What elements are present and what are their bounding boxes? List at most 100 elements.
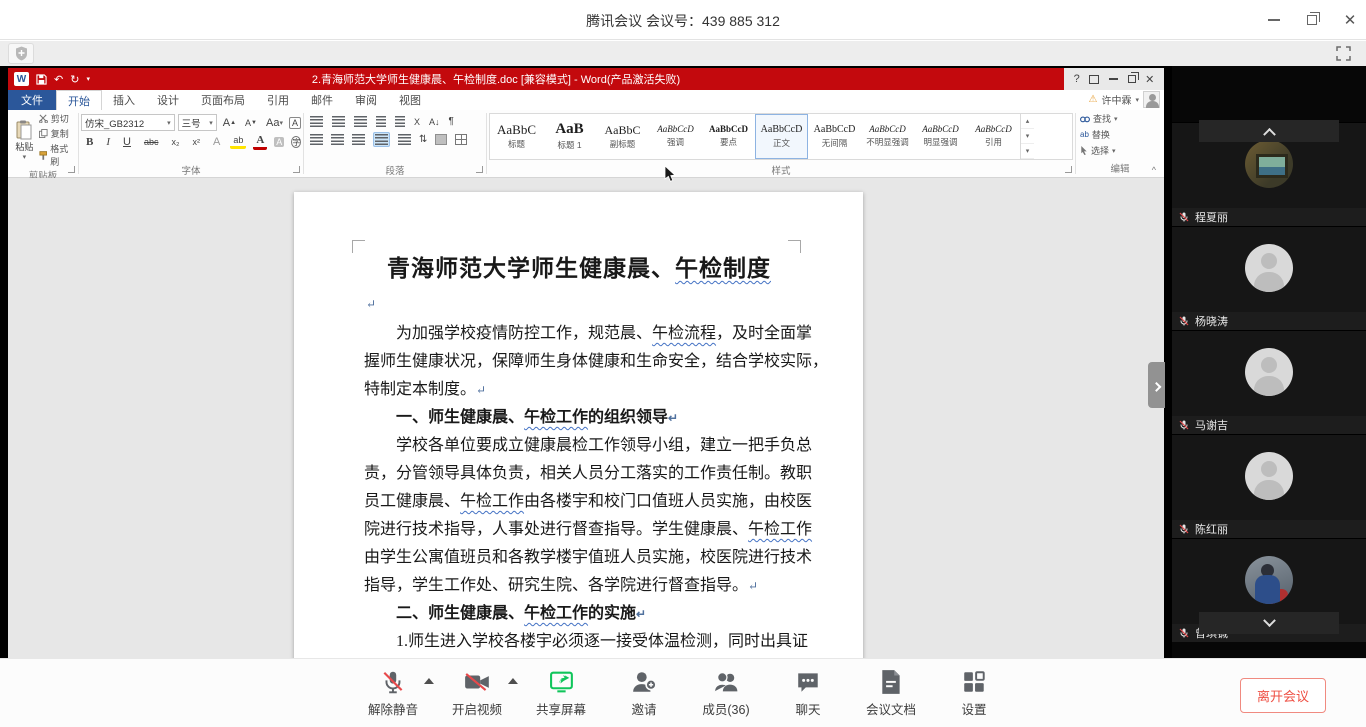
tab-insert[interactable]: 插入	[102, 90, 146, 110]
distribute-icon[interactable]	[398, 134, 411, 145]
video-options-caret[interactable]	[508, 678, 518, 684]
shrink-font-button[interactable]: A▼	[242, 117, 260, 129]
chevron-down-icon	[1263, 614, 1276, 627]
decrease-indent-icon[interactable]	[376, 116, 386, 127]
highlight-button[interactable]: ab	[230, 135, 246, 149]
enclose-character-button[interactable]: 字	[291, 136, 301, 148]
select-button[interactable]: 选择▾	[1080, 144, 1160, 157]
tab-view[interactable]: 视图	[388, 90, 432, 110]
restore-button[interactable]	[1304, 12, 1320, 28]
scroll-participants-up[interactable]	[1199, 120, 1339, 142]
style-card-emphasis[interactable]: AaBbCcD强调	[649, 114, 702, 159]
tab-home[interactable]: 开始	[56, 90, 102, 110]
tab-file[interactable]: 文件	[8, 90, 56, 110]
invite-button[interactable]: 邀请	[620, 668, 668, 718]
superscript-button[interactable]: x²	[189, 136, 203, 148]
tab-mailings[interactable]: 邮件	[300, 90, 344, 110]
scroll-participants-down[interactable]	[1199, 612, 1339, 634]
shading-icon[interactable]	[435, 134, 447, 145]
styles-scroll-up-icon[interactable]: ▴	[1021, 114, 1034, 129]
align-right-icon[interactable]	[352, 134, 365, 145]
character-border-button[interactable]: A	[289, 117, 301, 129]
bullets-icon[interactable]	[310, 116, 323, 127]
show-hide-pilcrow-button[interactable]: ¶	[449, 116, 454, 127]
align-left-icon[interactable]	[310, 134, 323, 145]
collapse-ribbon-icon[interactable]: ^	[1152, 165, 1156, 175]
grow-font-button[interactable]: A▲	[220, 116, 239, 130]
meeting-docs-button[interactable]: 会议文档	[866, 668, 916, 718]
settings-button[interactable]: 设置	[950, 668, 998, 718]
multilevel-list-icon[interactable]	[354, 116, 367, 127]
document-page[interactable]: 青海师范大学师生健康晨、午检制度 ↵ 为加强学校疫情防控工作，规范晨、午检流程，…	[294, 192, 863, 658]
character-shading-button[interactable]: A	[274, 137, 284, 147]
account-area[interactable]: ⚠ 许中霖 ▾	[1089, 91, 1160, 108]
restore-icon	[1307, 15, 1317, 25]
style-card-subtitle[interactable]: AaBbC副标题	[596, 114, 649, 159]
bold-button[interactable]: B	[83, 135, 96, 149]
paste-caret-icon: ▾	[23, 153, 27, 161]
word-help-icon[interactable]: ?	[1074, 73, 1080, 85]
text-effects-button[interactable]: A	[210, 135, 223, 149]
replace-button[interactable]: ab 替换	[1080, 128, 1160, 141]
fullscreen-button[interactable]	[1330, 43, 1356, 64]
cut-button[interactable]: 剪切	[39, 112, 76, 125]
mic-options-caret[interactable]	[424, 678, 434, 684]
sidebar-collapse-handle[interactable]	[1148, 362, 1165, 408]
participant-tile[interactable]: 陈红丽	[1172, 434, 1366, 538]
chat-button[interactable]: 聊天	[784, 668, 832, 718]
leave-meeting-button[interactable]: 离开会议	[1240, 678, 1326, 713]
tab-layout[interactable]: 页面布局	[190, 90, 256, 110]
font-color-button[interactable]: A	[253, 134, 267, 150]
strikethrough-button[interactable]: abc	[141, 136, 162, 148]
numbering-icon[interactable]	[332, 116, 345, 127]
members-button[interactable]: 成员(36)	[702, 668, 750, 718]
word-close-icon[interactable]: ✕	[1145, 73, 1154, 86]
paragraph-dialog-launcher[interactable]	[476, 166, 483, 173]
asian-layout-button[interactable]: X	[414, 117, 420, 127]
align-center-icon[interactable]	[331, 134, 344, 145]
clipboard-dialog-launcher[interactable]	[68, 166, 75, 173]
font-size-combo[interactable]: 三号▾	[178, 114, 217, 131]
minimize-button[interactable]	[1266, 12, 1282, 28]
security-shield-button[interactable]	[8, 43, 34, 64]
start-video-button[interactable]: 开启视频	[452, 668, 502, 718]
change-case-button[interactable]: Aa▾	[263, 116, 286, 130]
unmute-button[interactable]: 解除静音	[368, 668, 418, 718]
word-minimize-icon[interactable]	[1109, 78, 1118, 80]
tab-references[interactable]: 引用	[256, 90, 300, 110]
style-card-normal[interactable]: AaBbCcD正文	[755, 114, 808, 159]
participant-tile[interactable]: 马谢吉	[1172, 330, 1366, 434]
justify-button[interactable]	[373, 132, 390, 147]
styles-dialog-launcher[interactable]	[1065, 166, 1072, 173]
close-button[interactable]: ✕	[1342, 12, 1358, 28]
style-card-quote[interactable]: AaBbCcD引用	[967, 114, 1020, 159]
style-card-strong[interactable]: AaBbCcD要点	[702, 114, 755, 159]
doc-line: 院进行技术指导，人事处进行督查指导。学生健康晨、午检工作	[364, 516, 794, 544]
word-restore-icon[interactable]	[1128, 75, 1136, 83]
line-spacing-button[interactable]: ⇅	[419, 134, 427, 145]
increase-indent-icon[interactable]	[395, 116, 405, 127]
sort-button[interactable]: A↓	[429, 117, 440, 127]
font-name-combo[interactable]: 仿宋_GB2312▾	[81, 114, 175, 131]
ribbon-display-options-icon[interactable]	[1089, 75, 1099, 84]
style-card-subtle-emphasis[interactable]: AaBbCcD不明显强调	[861, 114, 914, 159]
tab-design[interactable]: 设计	[146, 90, 190, 110]
styles-scroll-down-icon[interactable]: ▾	[1021, 129, 1034, 144]
subscript-button[interactable]: x₂	[168, 136, 182, 148]
font-dialog-launcher[interactable]	[293, 166, 300, 173]
styles-more-icon[interactable]: ▾	[1021, 144, 1034, 159]
paste-button[interactable]: 粘贴 ▾	[10, 112, 39, 168]
italic-button[interactable]: I	[103, 135, 113, 149]
share-screen-button[interactable]: 共享屏幕	[536, 668, 586, 718]
style-card-title[interactable]: AaBbC标题	[490, 114, 543, 159]
tab-review[interactable]: 审阅	[344, 90, 388, 110]
borders-icon[interactable]	[455, 134, 467, 145]
underline-button[interactable]: U	[120, 135, 134, 149]
copy-button[interactable]: 复制	[39, 127, 76, 140]
participant-tile[interactable]: 杨晓涛	[1172, 226, 1366, 330]
style-card-intense-emphasis[interactable]: AaBbCcD明显强调	[914, 114, 967, 159]
format-painter-button[interactable]: 格式刷	[39, 142, 76, 168]
style-card-no-spacing[interactable]: AaBbCcD无间隔	[808, 114, 861, 159]
find-button[interactable]: 查找▾	[1080, 112, 1160, 125]
style-card-heading1[interactable]: AaB标题 1	[543, 114, 596, 159]
